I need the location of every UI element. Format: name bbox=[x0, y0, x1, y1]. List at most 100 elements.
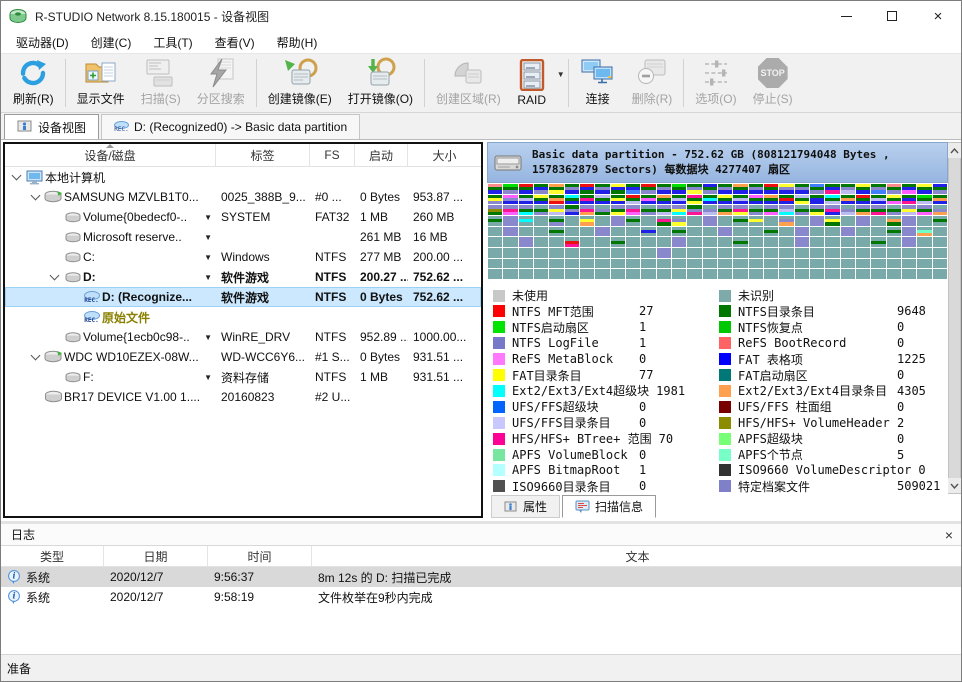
menu-view[interactable]: 查看(V) bbox=[204, 31, 266, 54]
log-column-time[interactable]: 时间 bbox=[208, 546, 312, 566]
tree-cell-fs bbox=[310, 227, 355, 247]
volume-dropdown-icon[interactable]: ▼ bbox=[204, 253, 212, 262]
tree-cell-boot: 0 Bytes bbox=[355, 347, 408, 367]
menu-tools[interactable]: 工具(T) bbox=[142, 31, 203, 54]
connect-button[interactable]: 连接 bbox=[572, 55, 624, 111]
column-header-device[interactable]: 设备/磁盘 bbox=[5, 144, 216, 166]
tree-row[interactable]: REC.D: (Recognize...软件游戏NTFS0 Bytes752.6… bbox=[5, 287, 481, 307]
volume-dropdown-icon[interactable]: ▼ bbox=[204, 333, 212, 342]
minimize-button[interactable] bbox=[823, 1, 869, 31]
scan-block bbox=[580, 195, 594, 205]
expand-chevron-icon[interactable] bbox=[9, 176, 24, 179]
tab-device-view[interactable]: 设备视图 bbox=[4, 114, 99, 139]
legend-item: NTFS恢复点0 bbox=[719, 320, 945, 335]
expand-chevron-icon[interactable] bbox=[28, 196, 43, 199]
scan-block bbox=[733, 259, 747, 269]
toolbar-separator bbox=[256, 59, 257, 107]
log-column-date[interactable]: 日期 bbox=[104, 546, 208, 566]
scan-info-icon bbox=[575, 500, 590, 513]
column-header-boot[interactable]: 启动 bbox=[355, 144, 408, 166]
close-button[interactable]: × bbox=[915, 1, 961, 31]
options-button[interactable]: 选项(O) bbox=[687, 55, 744, 111]
volume-dropdown-icon[interactable]: ▼ bbox=[204, 273, 212, 282]
scan-block bbox=[641, 216, 655, 226]
vertical-scrollbar[interactable] bbox=[948, 142, 961, 494]
delete-button[interactable]: 删除(R) bbox=[624, 55, 681, 111]
scroll-up-icon[interactable] bbox=[948, 143, 961, 158]
status-bar: 准备 bbox=[1, 654, 962, 681]
volume-dropdown-icon[interactable]: ▼ bbox=[204, 213, 212, 222]
log-row[interactable]: i系统2020/12/79:56:378m 12s 的 D: 扫描已完成 bbox=[1, 567, 962, 587]
scan-block bbox=[917, 259, 931, 269]
expand-chevron-icon[interactable] bbox=[47, 276, 62, 279]
scan-block bbox=[595, 227, 609, 237]
scan-block bbox=[856, 216, 870, 226]
log-row[interactable]: i系统2020/12/79:58:19文件枚举在9秒内完成 bbox=[1, 587, 962, 607]
create-region-button[interactable]: 创建区域(R) bbox=[428, 55, 509, 111]
menu-create[interactable]: 创建(C) bbox=[80, 31, 143, 54]
legend-item: APFS超级块0 bbox=[719, 431, 945, 446]
scan-button[interactable]: 扫描(S) bbox=[133, 55, 189, 111]
open-image-button[interactable]: 打开镜像(O) bbox=[340, 55, 421, 111]
refresh-button[interactable]: 刷新(R) bbox=[5, 55, 62, 111]
tree-row[interactable]: 本地计算机 bbox=[5, 167, 481, 187]
scan-block bbox=[672, 227, 686, 237]
tree-row[interactable]: F:▼资料存储NTFS1 MB931.51 ... bbox=[5, 367, 481, 387]
tree-cell-boot bbox=[355, 387, 408, 407]
tree-row[interactable]: REC.原始文件 bbox=[5, 307, 481, 327]
tree-row[interactable]: BR17 DEVICE V1.00 1....20160823#2 U... bbox=[5, 387, 481, 407]
rec-partition-icon: REC. bbox=[114, 121, 129, 133]
create-region-icon bbox=[451, 57, 485, 89]
legend-swatch bbox=[493, 369, 505, 381]
scan-block bbox=[810, 216, 824, 226]
show-files-button[interactable]: 显示文件 bbox=[69, 55, 133, 111]
scan-block bbox=[887, 195, 901, 205]
tree-row[interactable]: Volume{1ecb0c98-..▼WinRE_DRVNTFS952.89 .… bbox=[5, 327, 481, 347]
log-column-text[interactable]: 文本 bbox=[312, 546, 962, 566]
scan-block bbox=[795, 184, 809, 194]
menu-help[interactable]: 帮助(H) bbox=[266, 31, 329, 54]
scan-block bbox=[657, 248, 671, 258]
scan-block bbox=[902, 205, 916, 215]
legend-swatch bbox=[493, 321, 505, 333]
legend-label: APFS超级块 bbox=[738, 430, 890, 447]
log-close-icon[interactable]: × bbox=[945, 528, 953, 542]
partition-search-button[interactable]: 分区搜索 bbox=[189, 55, 253, 111]
tab-scan-information[interactable]: 扫描信息 bbox=[562, 495, 656, 518]
scroll-down-icon[interactable] bbox=[948, 478, 961, 493]
tree-row[interactable]: Microsoft reserve..▼261 MB16 MB bbox=[5, 227, 481, 247]
column-header-fs[interactable]: FS bbox=[310, 144, 355, 166]
scan-block bbox=[580, 259, 594, 269]
scan-block bbox=[657, 216, 671, 226]
maximize-button[interactable] bbox=[869, 1, 915, 31]
legend-item: NTFS目录条目9648 bbox=[719, 304, 945, 319]
scan-block bbox=[595, 237, 609, 247]
menu-drives[interactable]: 驱动器(D) bbox=[5, 31, 80, 54]
tree-row[interactable]: WDC WD10EZEX-08W...WD-WCC6Y6...#1 S...0 … bbox=[5, 347, 481, 367]
tree-row[interactable]: D:▼软件游戏NTFS200.27 ...752.62 ... bbox=[5, 267, 481, 287]
log-column-type[interactable]: 类型 bbox=[1, 546, 104, 566]
scan-block bbox=[917, 184, 931, 194]
log-text: 8m 12s 的 D: 扫描已完成 bbox=[312, 567, 962, 587]
tab-properties[interactable]: 属性 bbox=[491, 495, 560, 518]
raid-dropdown-icon[interactable]: ▼ bbox=[557, 70, 565, 79]
tab-recognized-partition[interactable]: REC. D: (Recognized0) -> Basic data part… bbox=[101, 114, 360, 139]
create-image-button[interactable]: 创建镜像(E) bbox=[260, 55, 340, 111]
scan-block bbox=[657, 227, 671, 237]
legend-label: NTFS恢复点 bbox=[738, 319, 890, 336]
scan-block bbox=[764, 248, 778, 258]
tree-row[interactable]: C:▼WindowsNTFS277 MB200.00 ... bbox=[5, 247, 481, 267]
raid-button[interactable]: RAID bbox=[509, 55, 555, 111]
expand-chevron-icon[interactable] bbox=[28, 356, 43, 359]
minimize-icon bbox=[841, 16, 852, 17]
tree-row[interactable]: Volume{0bedecf0-..▼SYSTEMFAT321 MB260 MB bbox=[5, 207, 481, 227]
column-header-label[interactable]: 标签 bbox=[216, 144, 310, 166]
tree-row[interactable]: SAMSUNG MZVLB1T0...0025_388B_9...#0 ...0… bbox=[5, 187, 481, 207]
volume-dropdown-icon[interactable]: ▼ bbox=[204, 233, 212, 242]
stop-button[interactable]: STOP 停止(S) bbox=[745, 55, 801, 111]
legend-label: Ext2/Ext3/Ext4目录条目 bbox=[738, 382, 890, 399]
legend-item: NTFS LogFile1 bbox=[493, 336, 719, 351]
volume-dropdown-icon[interactable]: ▼ bbox=[204, 373, 212, 382]
scan-block bbox=[672, 269, 686, 279]
column-header-size[interactable]: 大小 bbox=[408, 144, 481, 166]
